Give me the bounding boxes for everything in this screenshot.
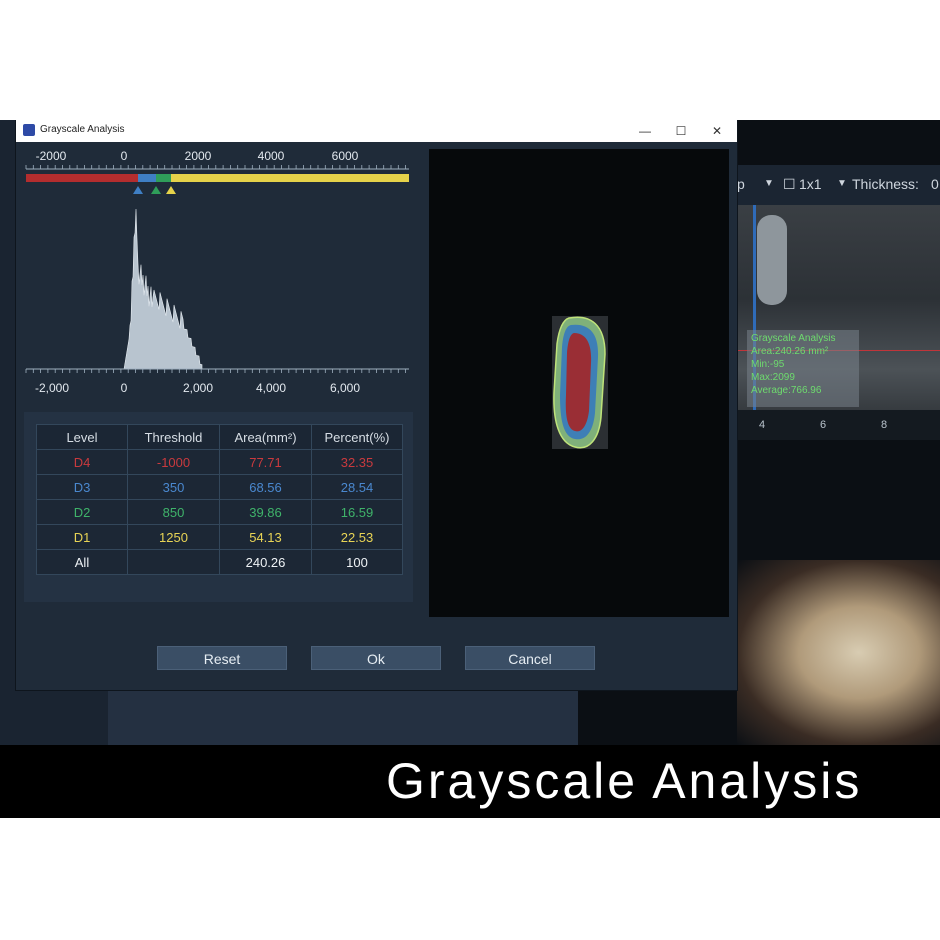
histogram-tick-label: 6,000	[330, 381, 360, 395]
close-button[interactable]: ✕	[706, 122, 728, 140]
area-cell: 68.56	[219, 474, 312, 500]
threshold-segment-d2	[156, 174, 171, 182]
thickness-value: 0	[931, 176, 939, 192]
minimize-button[interactable]: —	[634, 122, 656, 140]
column-header-level: Level	[36, 424, 128, 450]
background-sagittal-view	[108, 690, 578, 745]
threshold-axis: -2000 0 2000 4000 6000	[25, 149, 409, 170]
background-3d-skull-view	[737, 560, 940, 745]
grayscale-analysis-dialog: Grayscale Analysis — ☐ ✕ -2000 0 2000 40…	[16, 120, 737, 690]
ruler-label: 6	[820, 419, 827, 431]
percent-cell: 16.59	[311, 499, 403, 525]
table-row[interactable]: All 240.26 100	[36, 549, 403, 575]
layout-checkbox-icon[interactable]: ☐	[783, 176, 796, 193]
percent-cell: 32.35	[311, 449, 403, 475]
caption-title: Grayscale Analysis	[386, 753, 863, 809]
threshold-color-bar[interactable]	[26, 174, 409, 182]
threshold-cell[interactable]: -1000	[127, 449, 220, 475]
chevron-down-icon[interactable]: ▼	[837, 178, 847, 189]
slice-preview-svg	[552, 316, 608, 449]
table-row[interactable]: D2 850 39.86 16.59	[36, 499, 403, 525]
percent-cell: 100	[311, 549, 403, 575]
threshold-cell[interactable]: 350	[127, 474, 220, 500]
threshold-tick-label: 4000	[258, 149, 285, 163]
threshold-cell[interactable]: 1250	[127, 524, 220, 550]
ct-tooth	[757, 215, 787, 305]
app-frame: p ▼ ☐ 1x1 ▼ Thickness: 0 Grayscale Analy…	[0, 120, 940, 818]
area-cell: 54.13	[219, 524, 312, 550]
histogram-tick-label: 4,000	[256, 381, 286, 395]
slice-preview[interactable]	[429, 149, 729, 617]
threshold-cell[interactable]: 850	[127, 499, 220, 525]
level-table: Level Threshold Area(mm²) Percent(%) D4 …	[36, 424, 403, 575]
histogram-panel: -2000 0 2000 4000 6000 -2,000 0 2,000 4,…	[24, 142, 414, 412]
level-cell: D2	[36, 499, 128, 525]
threshold-axis-minor-ticks	[25, 165, 407, 169]
threshold-tick-label: 6000	[332, 149, 359, 163]
d4-region	[565, 333, 592, 432]
app-logo-icon	[23, 124, 35, 136]
maximize-button[interactable]: ☐	[670, 122, 692, 140]
ct-info-line: Min:-95	[751, 359, 785, 370]
percent-cell: 28.54	[311, 474, 403, 500]
toolbar-p-label: p	[737, 176, 745, 192]
ct-info-line: Area:240.26 mm²	[751, 346, 829, 357]
ct-info-line: Max:2099	[751, 372, 795, 383]
area-cell: 39.86	[219, 499, 312, 525]
table-row[interactable]: D3 350 68.56 28.54	[36, 474, 403, 500]
threshold-segment-d3	[138, 174, 156, 182]
level-cell: D3	[36, 474, 128, 500]
level-cell: D4	[36, 449, 128, 475]
threshold-tick-label: 2000	[185, 149, 212, 163]
ct-info-box: Grayscale Analysis Area:240.26 mm² Min:-…	[747, 330, 859, 407]
threshold-tick-label: -2000	[36, 149, 67, 163]
column-header-area: Area(mm²)	[219, 424, 312, 450]
column-header-threshold: Threshold	[127, 424, 220, 450]
histogram-area	[123, 208, 203, 370]
level-table-panel: Level Threshold Area(mm²) Percent(%) D4 …	[24, 412, 413, 602]
table-row[interactable]: D4 -1000 77.71 32.35	[36, 449, 403, 475]
area-cell: 77.71	[219, 449, 312, 475]
histogram-svg: -2000 0 2000 4000 6000 -2,000 0 2,000 4,…	[25, 149, 409, 395]
level-cell: D1	[36, 524, 128, 550]
threshold-segment-d4	[26, 174, 138, 182]
dialog-title: Grayscale Analysis	[40, 124, 125, 135]
percent-cell: 22.53	[311, 524, 403, 550]
d2-threshold-handle-icon[interactable]	[151, 186, 161, 194]
reset-button[interactable]: Reset	[157, 646, 287, 670]
ct-info-line: Average:766.96	[751, 385, 822, 396]
histogram-axis-ticks	[25, 369, 407, 373]
histogram-tick-label: 0	[121, 381, 128, 395]
background-ct-view: Grayscale Analysis Area:240.26 mm² Min:-…	[737, 205, 940, 440]
ruler-label: 4	[759, 419, 766, 431]
threshold-tick-label: 0	[121, 149, 128, 163]
area-cell: 240.26	[219, 549, 312, 575]
d3-threshold-handle-icon[interactable]	[133, 186, 143, 194]
d1-threshold-handle-icon[interactable]	[166, 186, 176, 194]
ok-button[interactable]: Ok	[311, 646, 441, 670]
threshold-segment-d1	[171, 174, 409, 182]
ct-ruler: 4 6 8	[737, 410, 940, 440]
column-header-percent: Percent(%)	[311, 424, 403, 450]
thickness-label: Thickness:	[852, 176, 919, 192]
histogram-tick-label: 2,000	[183, 381, 213, 395]
histogram-tick-label: -2,000	[35, 381, 69, 395]
level-cell: All	[36, 549, 128, 575]
table-row[interactable]: D1 1250 54.13 22.53	[36, 524, 403, 550]
cancel-button[interactable]: Cancel	[465, 646, 595, 670]
threshold-cell	[127, 549, 220, 575]
chevron-down-icon[interactable]: ▼	[764, 178, 774, 189]
dialog-titlebar[interactable]: Grayscale Analysis — ☐ ✕	[16, 120, 737, 142]
ruler-label: 8	[881, 419, 888, 431]
ct-info-title: Grayscale Analysis	[751, 333, 836, 344]
background-toolbar: p ▼ ☐ 1x1 ▼ Thickness: 0	[737, 165, 940, 205]
table-header-row: Level Threshold Area(mm²) Percent(%)	[36, 424, 403, 450]
layout-label: 1x1	[799, 176, 822, 192]
